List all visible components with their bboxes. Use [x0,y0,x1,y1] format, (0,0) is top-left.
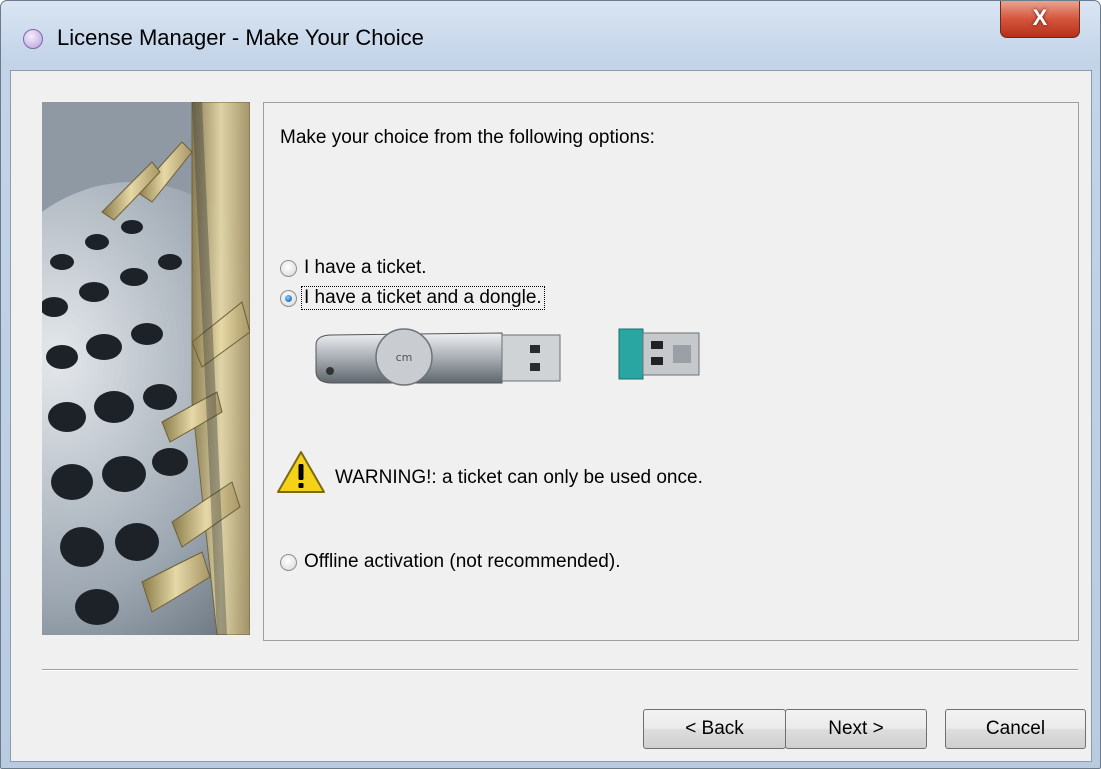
option-offline[interactable]: Offline activation (not recommended). [280,550,622,574]
option-offline-label[interactable]: Offline activation (not recommended). [302,551,622,573]
close-button[interactable]: X [1000,1,1080,38]
radio-ticket-dongle[interactable] [280,289,297,307]
option-ticket-label[interactable]: I have a ticket. [302,257,429,279]
warning-text: WARNING!: a ticket can only be used once… [335,467,703,488]
window-title: License Manager - Make Your Choice [57,25,424,50]
warning-icon [277,451,325,493]
license-manager-window: License Manager - Make Your Choice X Mak… [0,0,1101,769]
prompt-text: Make your choice from the following opti… [280,127,655,148]
radio-offline[interactable] [280,553,297,571]
options-panel: Make your choice from the following opti… [263,102,1079,641]
app-icon [23,29,43,49]
cancel-button[interactable]: Cancel [945,709,1086,749]
perforated-globe-image [42,102,250,635]
radio-ticket[interactable] [280,259,297,277]
dialog-body: Make your choice from the following opti… [10,70,1092,762]
usb-dongle-image: cm [315,328,561,386]
mini-dongle-image [618,328,700,380]
title-bar[interactable]: License Manager - Make Your Choice X [1,1,1100,69]
next-button[interactable]: Next > [785,709,927,749]
side-artwork-image [42,102,250,635]
option-ticket-dongle[interactable]: I have a ticket and a dongle. [280,286,545,310]
separator-line [42,669,1078,671]
option-ticket[interactable]: I have a ticket. [280,256,429,280]
option-ticket-dongle-label[interactable]: I have a ticket and a dongle. [301,286,545,310]
back-button[interactable]: < Back [643,709,786,749]
svg-text:cm: cm [396,351,413,364]
